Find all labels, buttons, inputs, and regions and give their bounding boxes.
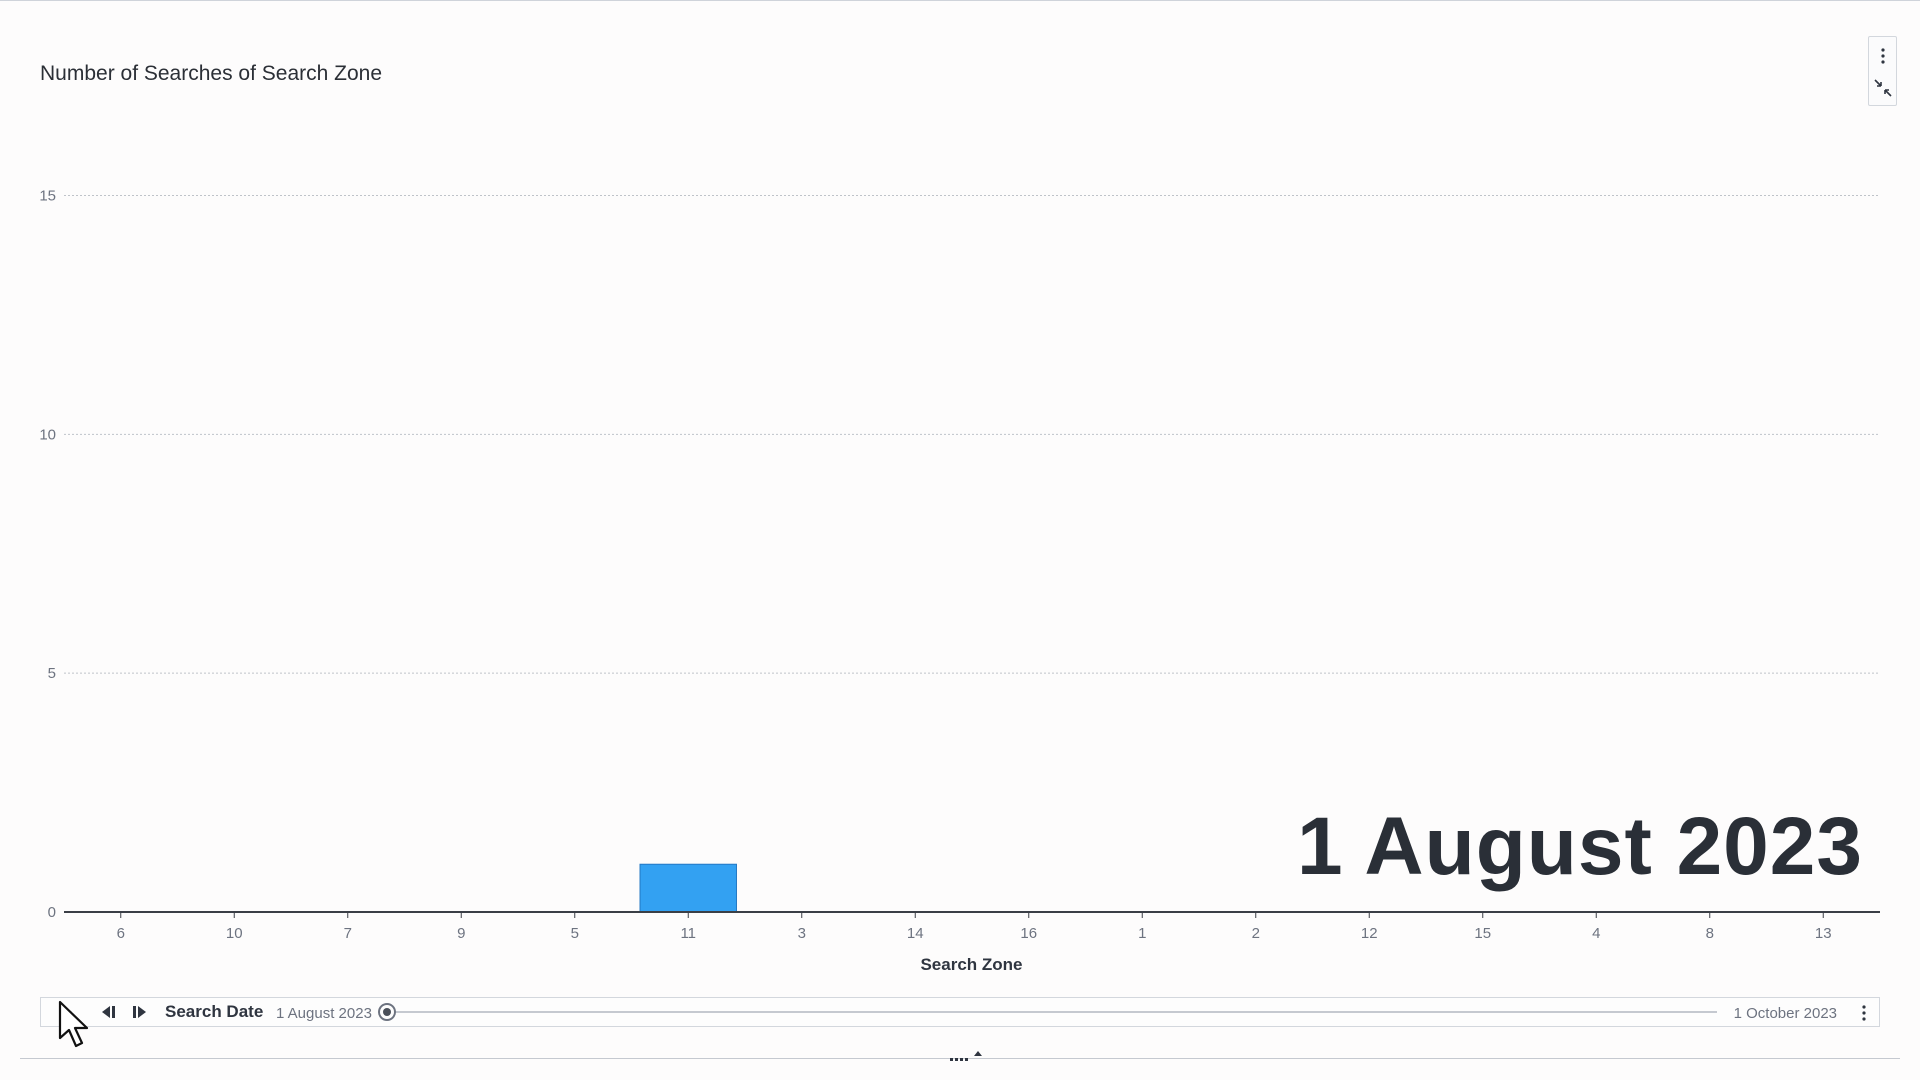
y-tick-label: 10 [39, 426, 56, 443]
x-tick-label: 4 [1592, 925, 1600, 942]
x-tick-label: 14 [907, 925, 924, 942]
more-vertical-icon [1862, 1005, 1866, 1021]
y-axis-ticks: 0 5 10 15 [39, 188, 56, 921]
x-tick-label: 8 [1706, 925, 1714, 942]
x-tick-label: 9 [457, 925, 465, 942]
timeline-player: Search Date 1 August 2023 1 October 2023 [40, 997, 1880, 1027]
x-tick-label: 16 [1020, 925, 1037, 942]
x-tick-label: 1 [1138, 925, 1146, 942]
x-tick-label: 15 [1474, 925, 1491, 942]
y-tick-label: 15 [39, 188, 56, 205]
grid-lines [64, 195, 1880, 674]
x-tick-label: 11 [680, 925, 696, 942]
step-forward-button[interactable] [127, 1002, 151, 1022]
x-axis-title: Search Zone [920, 955, 1023, 974]
x-tick-label: 7 [344, 925, 352, 942]
resize-handle[interactable] [950, 1050, 984, 1064]
timeline-more-button[interactable] [1853, 1002, 1875, 1024]
y-tick-label: 5 [48, 665, 56, 682]
x-tick-label: 13 [1815, 925, 1832, 942]
bar-zone-11[interactable] [639, 863, 737, 913]
y-tick-label: 0 [48, 904, 56, 921]
timeline-label: Search Date [165, 1002, 264, 1021]
x-tick-label: 3 [798, 925, 806, 942]
timeline-track[interactable] [387, 1011, 1717, 1013]
x-axis-ticks: 6 10 7 9 5 11 3 14 16 1 2 12 15 4 8 13 [117, 912, 1832, 942]
x-tick-label: 10 [226, 925, 243, 942]
x-tick-label: 5 [571, 925, 579, 942]
timeline-slider-handle[interactable] [378, 1003, 396, 1021]
step-forward-icon [133, 1006, 146, 1018]
x-tick-label: 12 [1361, 925, 1378, 942]
bars [639, 863, 737, 913]
timeline-start-date: 1 August 2023 [276, 1005, 372, 1022]
x-tick-label: 2 [1252, 925, 1260, 942]
step-back-icon [102, 1006, 115, 1018]
step-back-button[interactable] [97, 1002, 121, 1022]
x-tick-label: 6 [117, 925, 125, 942]
timeline-end-date: 1 October 2023 [1733, 1005, 1837, 1022]
current-date-display: 1 August 2023 [1297, 801, 1863, 892]
mouse-pointer-icon [58, 1000, 89, 1048]
resize-handle-icon [950, 1051, 982, 1061]
